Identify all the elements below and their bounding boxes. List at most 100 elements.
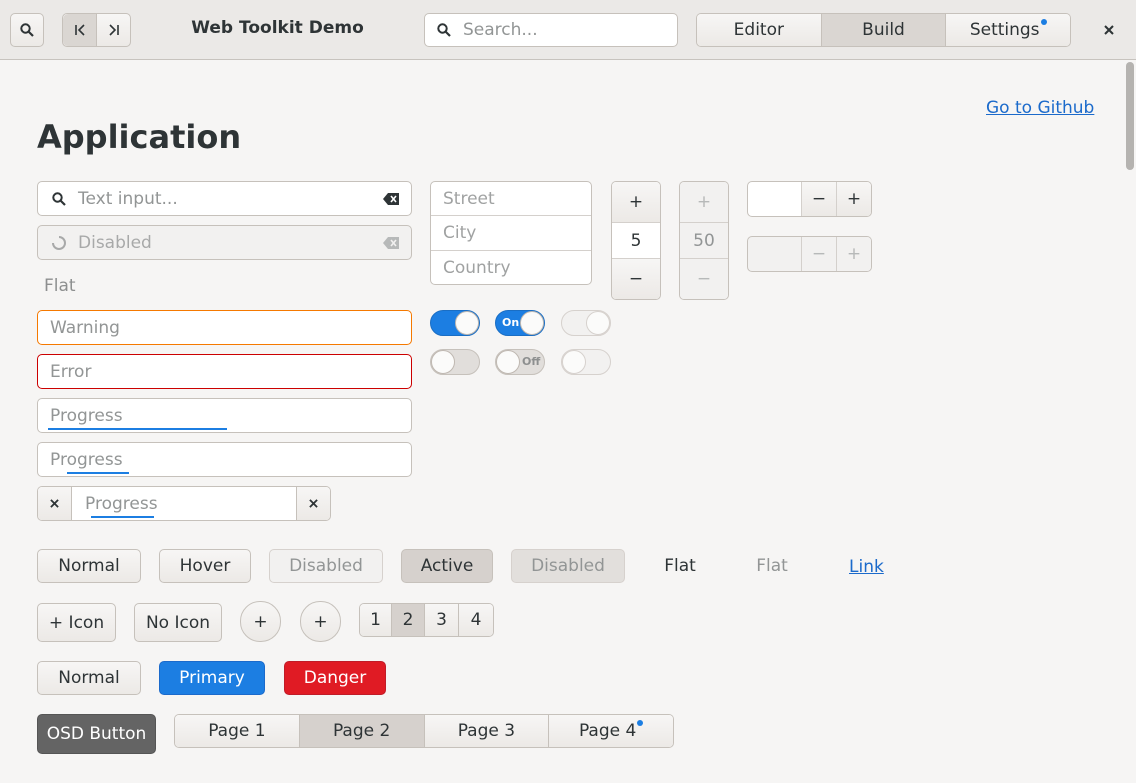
window-title: Web Toolkit Demo <box>191 18 364 38</box>
increment-button: + <box>680 182 728 222</box>
switch-knob <box>520 311 544 335</box>
progress-input-2[interactable]: Progress <box>37 442 412 477</box>
decrement-button[interactable]: − <box>612 259 660 299</box>
normal-button[interactable]: Normal <box>37 549 141 583</box>
switch-on[interactable] <box>430 310 480 336</box>
text-input[interactable]: Text input... <box>37 181 412 216</box>
search-icon <box>52 191 66 206</box>
skip-first-button[interactable] <box>63 14 97 46</box>
hover-button[interactable]: Hover <box>159 549 251 583</box>
progress-bar <box>67 472 129 474</box>
search-toggle-button[interactable] <box>10 13 44 47</box>
close-icon <box>50 499 59 508</box>
vertical-scrollbar[interactable] <box>1124 60 1136 783</box>
page-tab[interactable]: Page 1 <box>175 715 300 747</box>
city-input[interactable]: City <box>431 216 591 251</box>
skip-first-icon <box>74 24 85 36</box>
normal-button[interactable]: Normal <box>37 661 141 695</box>
scrollbar-thumb[interactable] <box>1126 62 1134 170</box>
page-tab[interactable]: Page 4 <box>549 715 673 747</box>
clear-right-button[interactable] <box>296 487 330 520</box>
active-disabled-button: Disabled <box>511 549 625 583</box>
page-tab[interactable]: Page 3 <box>424 715 550 747</box>
error-placeholder: Error <box>50 361 92 382</box>
progress-input-1[interactable]: Progress <box>37 398 412 433</box>
tab-editor[interactable]: Editor <box>697 14 822 46</box>
skip-last-button[interactable] <box>97 14 130 46</box>
round-add-button[interactable]: + <box>300 601 341 642</box>
switch-off[interactable] <box>430 349 480 375</box>
danger-button[interactable]: Danger <box>284 661 386 695</box>
pager-button[interactable]: 1 <box>360 604 392 636</box>
spin-value[interactable] <box>748 182 801 216</box>
horizontal-spinbutton: − + <box>747 181 872 217</box>
flat-button[interactable]: Flat <box>650 549 710 583</box>
country-input[interactable]: Country <box>431 251 591 284</box>
page-tab-selected[interactable]: Page 2 <box>299 715 425 747</box>
notification-dot <box>1040 19 1047 25</box>
progress-input-3[interactable]: Progress <box>37 486 331 521</box>
switch-disabled-off <box>561 349 611 375</box>
no-icon-button[interactable]: No Icon <box>134 603 222 642</box>
switch-on-labeled[interactable]: On <box>495 310 545 336</box>
increment-button: + <box>836 237 871 271</box>
active-button[interactable]: Active <box>401 549 493 583</box>
tab-build[interactable]: Build <box>821 14 947 46</box>
warning-placeholder: Warning <box>50 317 120 338</box>
page-label: Page 2 <box>332 721 391 741</box>
link-button[interactable]: Link <box>849 557 884 577</box>
primary-button[interactable]: Primary <box>159 661 265 695</box>
spinner-icon <box>52 235 66 250</box>
clear-left-button[interactable] <box>38 487 72 520</box>
header-bar: Web Toolkit Demo Search... Editor Build … <box>0 0 1136 60</box>
icon-button[interactable]: + Icon <box>37 603 116 642</box>
header-search-placeholder: Search... <box>463 20 538 40</box>
pager-button-selected[interactable]: 2 <box>392 604 425 636</box>
round-add-button[interactable]: + <box>240 601 281 642</box>
increment-button[interactable]: + <box>836 182 871 216</box>
switch-off-label: Off <box>522 355 541 368</box>
github-link[interactable]: Go to Github <box>986 98 1094 118</box>
spin-value[interactable]: 5 <box>612 222 660 259</box>
number-pager: 1 2 3 4 <box>359 603 494 637</box>
increment-button[interactable]: + <box>612 182 660 222</box>
progress-placeholder: Progress <box>85 493 158 514</box>
error-input[interactable]: Error <box>37 354 412 389</box>
pager-button[interactable]: 3 <box>425 604 459 636</box>
page-label: Page 3 <box>457 721 516 741</box>
osd-button[interactable]: OSD Button <box>37 714 156 754</box>
clear-text-icon[interactable] <box>383 192 399 205</box>
text-input-placeholder: Text input... <box>78 188 178 209</box>
progress-placeholder: Progress <box>50 449 123 470</box>
view-switcher: Editor Build Settings <box>696 13 1071 47</box>
disabled-input-placeholder: Disabled <box>78 232 152 253</box>
decrement-button[interactable]: − <box>801 182 836 216</box>
decrement-button: − <box>680 259 728 299</box>
switch-on-label: On <box>502 316 520 329</box>
warning-input[interactable]: Warning <box>37 310 412 345</box>
spin-value: 50 <box>680 222 728 259</box>
nav-button-group <box>62 13 131 47</box>
close-button[interactable] <box>1093 13 1125 47</box>
notification-dot <box>637 720 644 726</box>
progress-bar <box>48 428 227 430</box>
disabled-input: Disabled <box>37 225 412 260</box>
section-title: Application <box>37 118 242 156</box>
header-search-input[interactable]: Search... <box>424 13 678 47</box>
tab-settings[interactable]: Settings <box>946 14 1070 46</box>
switch-off-labeled[interactable]: Off <box>495 349 545 375</box>
tab-label: Build <box>862 20 905 40</box>
page-switcher: Page 1 Page 2 Page 3 Page 4 <box>174 714 674 748</box>
pager-button[interactable]: 4 <box>459 604 493 636</box>
switch-knob <box>586 311 610 335</box>
street-input[interactable]: Street <box>431 182 591 217</box>
spin-value <box>748 237 801 271</box>
switch-knob <box>455 311 479 335</box>
skip-last-icon <box>108 24 119 36</box>
clear-text-icon <box>383 236 399 249</box>
search-icon <box>437 23 451 37</box>
switch-disabled-on <box>561 310 611 336</box>
flat-input[interactable]: Flat <box>44 276 76 296</box>
decrement-button: − <box>801 237 836 271</box>
page-label: Page 4 <box>578 721 637 741</box>
